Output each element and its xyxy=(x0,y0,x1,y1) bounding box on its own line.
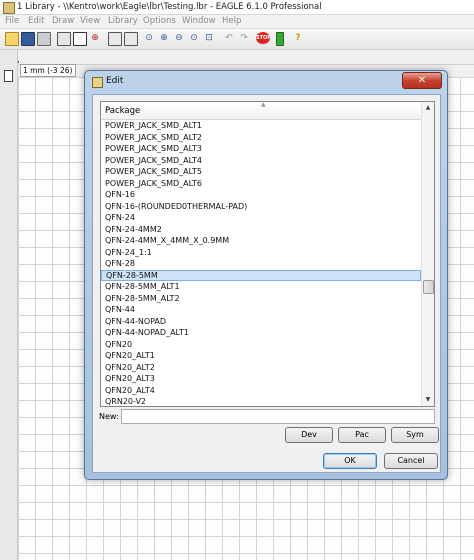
list-item[interactable]: QFN20 xyxy=(101,339,421,351)
help-icon[interactable]: ? xyxy=(292,32,304,44)
stop-icon[interactable]: STOP xyxy=(256,32,271,44)
scroll-up-icon[interactable]: ▲ xyxy=(422,102,434,114)
menu-help[interactable]: Help xyxy=(222,16,241,26)
list-item[interactable]: POWER_JACK_SMD_ALT5 xyxy=(101,166,421,178)
info-icon[interactable] xyxy=(4,70,13,82)
list-item[interactable]: QFN-16 xyxy=(101,189,421,201)
sym-button[interactable]: Sym xyxy=(391,427,439,443)
list-item[interactable]: QFN20_ALT2 xyxy=(101,362,421,374)
menu-window[interactable]: Window xyxy=(182,16,216,26)
title-bar: 1 Library - \\Kentro\work\Eagle\lbr\Test… xyxy=(0,0,474,15)
package-list[interactable]: Package ▲ POWER_JACK_SMD_ALT1 POWER_JACK_… xyxy=(100,101,435,407)
grid-icon[interactable] xyxy=(124,32,138,46)
open-icon[interactable] xyxy=(5,32,19,46)
menu-options[interactable]: Options xyxy=(143,16,176,26)
dialog-client: Package ▲ POWER_JACK_SMD_ALT1 POWER_JACK_… xyxy=(92,94,441,473)
ok-button[interactable]: OK xyxy=(323,453,377,469)
list-item[interactable]: QFN-28-5MM_ALT1 xyxy=(101,281,421,293)
menu-view[interactable]: View xyxy=(80,16,100,26)
list-item[interactable]: QFN-44 xyxy=(101,304,421,316)
list-header-label: Package xyxy=(105,106,141,116)
list-rows: POWER_JACK_SMD_ALT1 POWER_JACK_SMD_ALT2 PO… xyxy=(101,120,421,406)
list-item[interactable]: QFN-28-5MM xyxy=(101,269,421,281)
list-item[interactable]: POWER_JACK_SMD_ALT1 xyxy=(101,120,421,132)
list-item[interactable]: QFN20_ALT4 xyxy=(101,385,421,397)
cam-icon[interactable] xyxy=(57,32,71,46)
window-title: 1 Library - \\Kentro\work\Eagle\lbr\Test… xyxy=(17,2,322,12)
zoom-in-icon[interactable]: ⊕ xyxy=(158,32,170,44)
menu-draw[interactable]: Draw xyxy=(52,16,74,26)
board-icon[interactable] xyxy=(73,32,87,46)
list-item[interactable]: QFN-28 xyxy=(101,258,421,270)
save-icon[interactable] xyxy=(21,32,35,46)
list-item[interactable]: QFN-16-(ROUNDED0THERMAL-PAD) xyxy=(101,201,421,213)
list-header[interactable]: Package ▲ xyxy=(101,102,421,120)
menu-edit[interactable]: Edit xyxy=(28,16,44,26)
list-item[interactable]: QFN-24-4MM_X_4MM_X_0.9MM xyxy=(101,235,421,247)
list-item[interactable]: POWER_JACK_SMD_ALT2 xyxy=(101,132,421,144)
eagle-app-icon xyxy=(3,2,15,14)
list-item[interactable]: POWER_JACK_SMD_ALT6 xyxy=(101,178,421,190)
list-item[interactable]: QFN-24 xyxy=(101,212,421,224)
list-item[interactable]: QRN20-V2 xyxy=(101,396,421,406)
toolbar: ⊕ ⊙ ⊕ ⊖ ⊙ ⊡ ↶ ↷ STOP ? xyxy=(0,29,474,50)
zoom-select-icon[interactable]: ⊡ xyxy=(203,32,215,44)
edit-dialog: Edit ✕ Package ▲ POWER_JACK_SMD_ALT1 POWE… xyxy=(84,70,448,480)
coordinate-display: 1 mm (-3 26) xyxy=(20,64,76,77)
list-item[interactable]: POWER_JACK_SMD_ALT3 xyxy=(101,143,421,155)
command-strip xyxy=(0,50,18,560)
list-item[interactable]: QFN20_ALT3 xyxy=(101,373,421,385)
list-item[interactable]: QFN-44-NOPAD xyxy=(101,316,421,328)
sort-arrow-icon: ▲ xyxy=(261,101,266,108)
dialog-title: Edit xyxy=(106,76,124,86)
menu-library[interactable]: Library xyxy=(108,16,138,26)
parameter-toolbar xyxy=(0,50,474,65)
list-item[interactable]: QFN-24-4MM2 xyxy=(101,224,421,236)
new-label: New: xyxy=(99,412,119,421)
list-item[interactable]: QFN20_ALT1 xyxy=(101,350,421,362)
list-scrollbar[interactable]: ▲ ▼ xyxy=(421,102,434,406)
print-icon[interactable] xyxy=(37,32,51,46)
go-icon[interactable] xyxy=(276,32,284,46)
layer-icon[interactable] xyxy=(108,32,122,46)
scroll-thumb[interactable] xyxy=(423,280,434,295)
zoom-fit-icon[interactable]: ⊙ xyxy=(143,32,155,44)
redo-icon[interactable]: ↷ xyxy=(238,32,250,44)
menu-bar: File Edit Draw View Library Options Wind… xyxy=(0,15,474,29)
cancel-button[interactable]: Cancel xyxy=(384,453,438,469)
dev-button[interactable]: Dev xyxy=(285,427,333,443)
close-button[interactable]: ✕ xyxy=(402,72,442,89)
list-item[interactable]: QFN-28-5MM_ALT2 xyxy=(101,293,421,305)
list-item[interactable]: POWER_JACK_SMD_ALT4 xyxy=(101,155,421,167)
dialog-icon xyxy=(92,77,103,88)
pac-button[interactable]: Pac xyxy=(338,427,386,443)
list-item[interactable]: QFN-24_1:1 xyxy=(101,247,421,259)
zoom-redraw-icon[interactable]: ⊙ xyxy=(188,32,200,44)
undo-icon[interactable]: ↶ xyxy=(223,32,235,44)
menu-file[interactable]: File xyxy=(5,16,19,26)
list-item[interactable]: QFN-44-NOPAD_ALT1 xyxy=(101,327,421,339)
schematic-icon[interactable]: ⊕ xyxy=(89,32,101,44)
scroll-down-icon[interactable]: ▼ xyxy=(422,394,434,406)
zoom-out-icon[interactable]: ⊖ xyxy=(173,32,185,44)
new-name-input[interactable] xyxy=(121,409,435,424)
